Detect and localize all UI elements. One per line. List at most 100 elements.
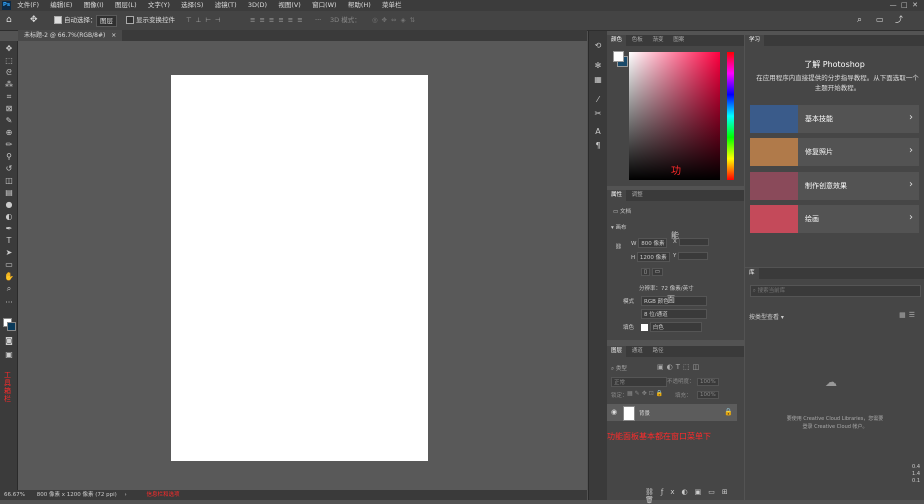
tab-adjustments[interactable]: 调整 xyxy=(628,190,647,201)
hand-icon[interactable]: ✋ xyxy=(4,272,14,282)
tab-properties[interactable]: 属性 xyxy=(607,190,627,201)
eraser-icon[interactable]: ◫ xyxy=(4,176,14,186)
quick-mask-icon[interactable]: ◙ xyxy=(4,336,14,346)
more-tools-icon[interactable]: ··· xyxy=(4,298,14,308)
layers-footer-icons[interactable]: ⛓ƒx◐▣▭⊞🗑 xyxy=(645,488,744,504)
pen-icon[interactable]: ✒ xyxy=(4,224,14,234)
history-brush-icon[interactable]: ↺ xyxy=(4,164,14,174)
lock-icons[interactable]: ▦✎✥⊡🔒 xyxy=(627,390,665,397)
close-icon[interactable]: × xyxy=(111,32,116,39)
blend-mode-dropdown[interactable]: 正常 xyxy=(611,377,667,387)
brush-settings-icon[interactable]: ✻ xyxy=(593,61,603,70)
swatches-icon[interactable]: ▦ xyxy=(593,75,603,84)
move-icon[interactable]: ✥ xyxy=(4,44,14,54)
layer-filter-kind[interactable]: ⌕ 类型 xyxy=(611,364,627,373)
adjust-icon[interactable]: ✂ xyxy=(593,109,603,118)
learn-card-basic-skills[interactable]: 基本技能 › xyxy=(750,105,919,133)
tab-gradients[interactable]: 渐变 xyxy=(649,35,668,46)
learn-card-creative-effects[interactable]: 制作创意效果 › xyxy=(750,172,919,200)
tab-channels[interactable]: 通道 xyxy=(628,346,647,357)
menu-layer[interactable]: 图层(L) xyxy=(115,0,137,11)
background-color-swatch[interactable] xyxy=(7,322,16,331)
align-icons[interactable]: ⊤⊥⊢⊣ xyxy=(186,15,225,25)
orientation-icons[interactable]: ▯ ▭ xyxy=(641,268,663,276)
magic-wand-icon[interactable]: ⁂ xyxy=(4,80,14,90)
learn-card-fix-photo[interactable]: 修复照片 › xyxy=(750,138,919,166)
lasso-icon[interactable]: ᘓ xyxy=(4,68,14,78)
menu-view[interactable]: 视图(V) xyxy=(278,0,301,11)
move-tool-icon[interactable]: ✥ xyxy=(30,15,38,25)
brush-icon[interactable]: ✏ xyxy=(4,140,14,150)
blur-icon[interactable]: ● xyxy=(4,200,14,210)
auto-select-dropdown[interactable]: 图层 xyxy=(96,15,117,27)
tab-layers[interactable]: 图层 xyxy=(607,346,627,357)
rectangle-icon[interactable]: ▭ xyxy=(4,260,14,270)
fill-dropdown[interactable]: 白色 xyxy=(641,322,702,332)
workspace-icon[interactable]: ▭ xyxy=(876,15,884,25)
menu-help[interactable]: 帮助(H) xyxy=(348,0,371,11)
gradient-icon[interactable]: ▤ xyxy=(4,188,14,198)
tab-learn[interactable]: 学习 xyxy=(745,35,765,46)
foreground-swatch[interactable] xyxy=(613,51,624,62)
zoom-level[interactable]: 66.67% xyxy=(4,492,25,498)
auto-select-checkbox[interactable]: 自动选择： xyxy=(54,15,97,25)
character-icon[interactable]: A xyxy=(593,127,603,136)
layer-filter-icons[interactable]: ▣◐T⬚◫ xyxy=(657,363,702,371)
opacity-input[interactable]: 100% xyxy=(697,377,719,386)
x-input[interactable] xyxy=(678,238,709,246)
menu-file[interactable]: 文件(F) xyxy=(17,0,39,11)
marquee-icon[interactable]: ⬚ xyxy=(4,56,14,66)
y-input[interactable] xyxy=(678,252,709,260)
menu-edit[interactable]: 编辑(E) xyxy=(50,0,72,11)
zoom-icon[interactable]: ⌕ xyxy=(4,284,14,294)
menu-type[interactable]: 文字(Y) xyxy=(148,0,170,11)
library-view-icons[interactable]: ▦☰ xyxy=(899,311,918,319)
menu-select[interactable]: 选择(S) xyxy=(181,0,203,11)
document-tab[interactable]: 未标题-2 @ 66.7%(RGB/8#) × xyxy=(18,30,123,41)
tab-paths[interactable]: 路径 xyxy=(649,346,668,357)
status-arrow-icon[interactable]: › xyxy=(125,492,127,498)
screen-mode-icon[interactable]: ▣ xyxy=(4,350,14,360)
paragraph-icon[interactable]: ¶ xyxy=(593,141,603,150)
learn-card-painting[interactable]: 绘画 › xyxy=(750,205,919,233)
crop-icon[interactable]: ⌗ xyxy=(4,92,14,102)
distribute-icons[interactable]: ≡≡≡≡≡≡ xyxy=(250,15,307,25)
history-icon[interactable]: ⟲ xyxy=(593,41,603,50)
color-picker-field[interactable]: 功 xyxy=(629,52,720,180)
view-by-type-dropdown[interactable]: 按类型查看 ▾ xyxy=(749,312,784,321)
share-icon[interactable]: ⤴ xyxy=(895,15,903,25)
height-input[interactable]: 1200 像素 xyxy=(636,252,670,262)
home-icon[interactable]: ⌂ xyxy=(6,15,12,25)
clone-stamp-icon[interactable]: ⚲ xyxy=(4,152,14,162)
menu-image[interactable]: 图像(I) xyxy=(84,0,104,11)
depth-dropdown[interactable]: 8 位/通道 xyxy=(641,309,707,319)
tab-libraries[interactable]: 库 xyxy=(745,268,759,279)
menu-3d[interactable]: 3D(D) xyxy=(248,0,267,11)
fill-opacity-input[interactable]: 100% xyxy=(697,390,719,399)
tab-patterns[interactable]: 图案 xyxy=(669,35,688,46)
canvas-section[interactable]: ▾ 画布 xyxy=(611,223,627,231)
menu-window[interactable]: 窗口(W) xyxy=(312,0,337,11)
hue-slider[interactable] xyxy=(727,52,734,180)
eyedropper-icon[interactable]: ✎ xyxy=(4,116,14,126)
link-icon[interactable]: ⛓ xyxy=(615,244,622,250)
more-options[interactable]: ··· xyxy=(315,15,321,25)
window-controls[interactable]: — □ ✕ xyxy=(890,0,918,11)
healing-brush-icon[interactable]: ⊕ xyxy=(4,128,14,138)
width-input[interactable]: 800 像素 xyxy=(638,238,668,248)
path-selection-icon[interactable]: ➤ xyxy=(4,248,14,258)
layer-row-background[interactable]: ◉ 背景 🔒 xyxy=(607,404,737,421)
search-icon[interactable]: ⌕ xyxy=(857,15,862,25)
type-icon[interactable]: T xyxy=(4,236,14,246)
menu-filter[interactable]: 滤镜(T) xyxy=(215,0,237,11)
document-canvas[interactable] xyxy=(171,75,428,461)
canvas-area[interactable] xyxy=(18,41,587,490)
3d-mode-icons[interactable]: ◎✥⇔◈⇅ xyxy=(372,15,419,25)
tab-swatches[interactable]: 色板 xyxy=(628,35,647,46)
brush-preset-icon[interactable]: ⁄ xyxy=(593,95,603,104)
show-transform-checkbox[interactable]: 显示变换控件 xyxy=(126,15,175,25)
dodge-icon[interactable]: ◐ xyxy=(4,212,14,222)
frame-icon[interactable]: ⊠ xyxy=(4,104,14,114)
library-search-input[interactable]: ⌕ 搜索当前库 xyxy=(750,285,921,297)
visibility-eye-icon[interactable]: ◉ xyxy=(611,408,617,416)
